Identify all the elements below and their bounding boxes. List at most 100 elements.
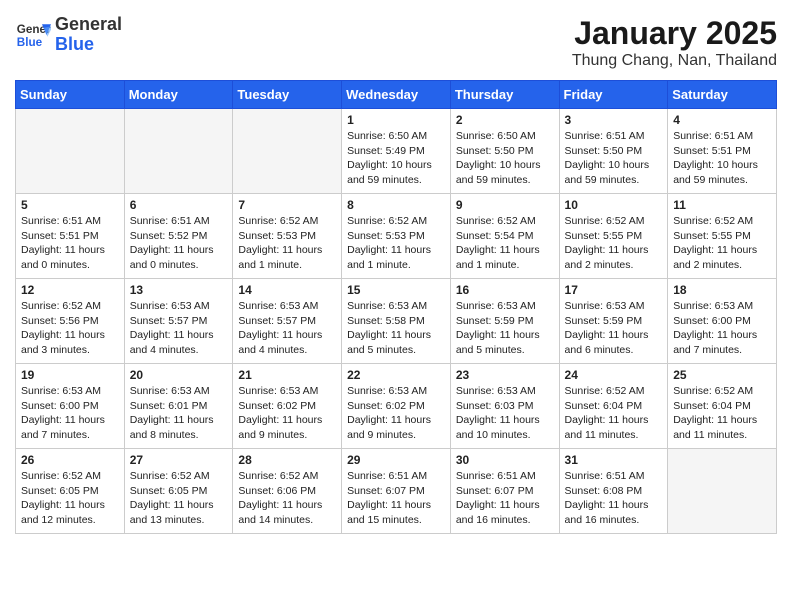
day-number: 14 [238,283,336,297]
empty-cell [233,109,342,194]
day-number: 5 [21,198,119,212]
calendar-header: SundayMondayTuesdayWednesdayThursdayFrid… [16,81,777,109]
day-info: Sunrise: 6:51 AM Sunset: 5:51 PM Dayligh… [21,214,119,273]
weekday-friday: Friday [559,81,668,109]
day-cell-12: 12Sunrise: 6:52 AM Sunset: 5:56 PM Dayli… [16,279,125,364]
svg-text:Blue: Blue [17,36,43,49]
day-number: 19 [21,368,119,382]
day-cell-7: 7 Sunrise: 6:52 AM Sunset: 5:53 PM Daylig… [233,194,342,279]
week-row-4: 19 Sunrise: 6:53 AM Sunset: 6:00 PM Dayli… [16,364,777,449]
day-number: 1 [347,113,445,127]
day-cell-23: 23Sunrise: 6:53 AM Sunset: 6:03 PM Dayli… [450,364,559,449]
day-cell-19: 19 Sunrise: 6:53 AM Sunset: 6:00 PM Dayli… [16,364,125,449]
weekday-header-row: SundayMondayTuesdayWednesdayThursdayFrid… [16,81,777,109]
day-cell-4: 4 Sunrise: 6:51 AM Sunset: 5:51 PM Daylig… [668,109,777,194]
day-info: Sunrise: 6:53 AM Sunset: 6:03 PM Dayligh… [456,384,554,443]
calendar-table: SundayMondayTuesdayWednesdayThursdayFrid… [15,80,777,534]
day-number: 15 [347,283,445,297]
week-row-3: 12Sunrise: 6:52 AM Sunset: 5:56 PM Dayli… [16,279,777,364]
day-cell-22: 22 Sunrise: 6:53 AM Sunset: 6:02 PM Dayli… [342,364,451,449]
day-info: Sunrise: 6:53 AM Sunset: 6:02 PM Dayligh… [347,384,445,443]
day-number: 11 [673,198,771,212]
day-number: 29 [347,453,445,467]
day-cell-1: 1Sunrise: 6:50 AM Sunset: 5:49 PM Daylig… [342,109,451,194]
day-cell-8: 8Sunrise: 6:52 AM Sunset: 5:53 PM Daylig… [342,194,451,279]
day-number: 16 [456,283,554,297]
day-info: Sunrise: 6:53 AM Sunset: 5:57 PM Dayligh… [238,299,336,358]
day-number: 22 [347,368,445,382]
empty-cell [124,109,233,194]
week-row-2: 5 Sunrise: 6:51 AM Sunset: 5:51 PM Daylig… [16,194,777,279]
day-cell-20: 20Sunrise: 6:53 AM Sunset: 6:01 PM Dayli… [124,364,233,449]
day-info: Sunrise: 6:51 AM Sunset: 6:08 PM Dayligh… [565,469,663,528]
day-cell-17: 17Sunrise: 6:53 AM Sunset: 5:59 PM Dayli… [559,279,668,364]
logo-icon: General Blue [15,17,51,53]
day-cell-31: 31 Sunrise: 6:51 AM Sunset: 6:08 PM Dayli… [559,449,668,534]
day-cell-27: 27 Sunrise: 6:52 AM Sunset: 6:05 PM Dayli… [124,449,233,534]
logo-text-blue: Blue [55,35,122,55]
day-number: 26 [21,453,119,467]
day-number: 4 [673,113,771,127]
day-cell-25: 25Sunrise: 6:52 AM Sunset: 6:04 PM Dayli… [668,364,777,449]
day-number: 9 [456,198,554,212]
day-number: 3 [565,113,663,127]
day-cell-13: 13Sunrise: 6:53 AM Sunset: 5:57 PM Dayli… [124,279,233,364]
day-info: Sunrise: 6:52 AM Sunset: 6:04 PM Dayligh… [673,384,771,443]
day-cell-10: 10Sunrise: 6:52 AM Sunset: 5:55 PM Dayli… [559,194,668,279]
day-info: Sunrise: 6:52 AM Sunset: 5:55 PM Dayligh… [673,214,771,273]
logo: General Blue General Blue [15,15,122,55]
day-info: Sunrise: 6:51 AM Sunset: 6:07 PM Dayligh… [456,469,554,528]
day-info: Sunrise: 6:53 AM Sunset: 5:59 PM Dayligh… [456,299,554,358]
day-cell-29: 29 Sunrise: 6:51 AM Sunset: 6:07 PM Dayli… [342,449,451,534]
weekday-monday: Monday [124,81,233,109]
day-info: Sunrise: 6:53 AM Sunset: 5:58 PM Dayligh… [347,299,445,358]
day-info: Sunrise: 6:53 AM Sunset: 6:00 PM Dayligh… [673,299,771,358]
day-number: 20 [130,368,228,382]
day-info: Sunrise: 6:51 AM Sunset: 5:50 PM Dayligh… [565,129,663,188]
day-cell-28: 28Sunrise: 6:52 AM Sunset: 6:06 PM Dayli… [233,449,342,534]
month-title: January 2025 [572,15,777,52]
day-cell-30: 30 Sunrise: 6:51 AM Sunset: 6:07 PM Dayli… [450,449,559,534]
day-cell-6: 6Sunrise: 6:51 AM Sunset: 5:52 PM Daylig… [124,194,233,279]
day-cell-18: 18 Sunrise: 6:53 AM Sunset: 6:00 PM Dayli… [668,279,777,364]
weekday-tuesday: Tuesday [233,81,342,109]
weekday-sunday: Sunday [16,81,125,109]
day-info: Sunrise: 6:53 AM Sunset: 6:00 PM Dayligh… [21,384,119,443]
day-cell-21: 21Sunrise: 6:53 AM Sunset: 6:02 PM Dayli… [233,364,342,449]
day-cell-14: 14 Sunrise: 6:53 AM Sunset: 5:57 PM Dayli… [233,279,342,364]
day-number: 21 [238,368,336,382]
day-info: Sunrise: 6:52 AM Sunset: 5:53 PM Dayligh… [238,214,336,273]
week-row-5: 26 Sunrise: 6:52 AM Sunset: 6:05 PM Dayli… [16,449,777,534]
day-cell-5: 5 Sunrise: 6:51 AM Sunset: 5:51 PM Daylig… [16,194,125,279]
day-number: 28 [238,453,336,467]
day-number: 30 [456,453,554,467]
day-info: Sunrise: 6:52 AM Sunset: 6:05 PM Dayligh… [130,469,228,528]
day-info: Sunrise: 6:52 AM Sunset: 6:04 PM Dayligh… [565,384,663,443]
calendar-body: 1Sunrise: 6:50 AM Sunset: 5:49 PM Daylig… [16,109,777,534]
day-cell-11: 11 Sunrise: 6:52 AM Sunset: 5:55 PM Dayli… [668,194,777,279]
title-block: January 2025 Thung Chang, Nan, Thailand [572,15,777,70]
day-info: Sunrise: 6:52 AM Sunset: 5:55 PM Dayligh… [565,214,663,273]
weekday-thursday: Thursday [450,81,559,109]
day-number: 31 [565,453,663,467]
day-cell-3: 3 Sunrise: 6:51 AM Sunset: 5:50 PM Daylig… [559,109,668,194]
day-number: 27 [130,453,228,467]
day-number: 24 [565,368,663,382]
day-info: Sunrise: 6:51 AM Sunset: 6:07 PM Dayligh… [347,469,445,528]
empty-cell [16,109,125,194]
day-info: Sunrise: 6:53 AM Sunset: 5:59 PM Dayligh… [565,299,663,358]
day-info: Sunrise: 6:50 AM Sunset: 5:50 PM Dayligh… [456,129,554,188]
weekday-saturday: Saturday [668,81,777,109]
day-cell-26: 26Sunrise: 6:52 AM Sunset: 6:05 PM Dayli… [16,449,125,534]
day-info: Sunrise: 6:51 AM Sunset: 5:51 PM Dayligh… [673,129,771,188]
day-number: 2 [456,113,554,127]
location-title: Thung Chang, Nan, Thailand [572,52,777,70]
day-number: 7 [238,198,336,212]
day-info: Sunrise: 6:52 AM Sunset: 5:56 PM Dayligh… [21,299,119,358]
day-number: 18 [673,283,771,297]
empty-cell [668,449,777,534]
day-number: 6 [130,198,228,212]
weekday-wednesday: Wednesday [342,81,451,109]
day-cell-2: 2 Sunrise: 6:50 AM Sunset: 5:50 PM Daylig… [450,109,559,194]
week-row-1: 1Sunrise: 6:50 AM Sunset: 5:49 PM Daylig… [16,109,777,194]
